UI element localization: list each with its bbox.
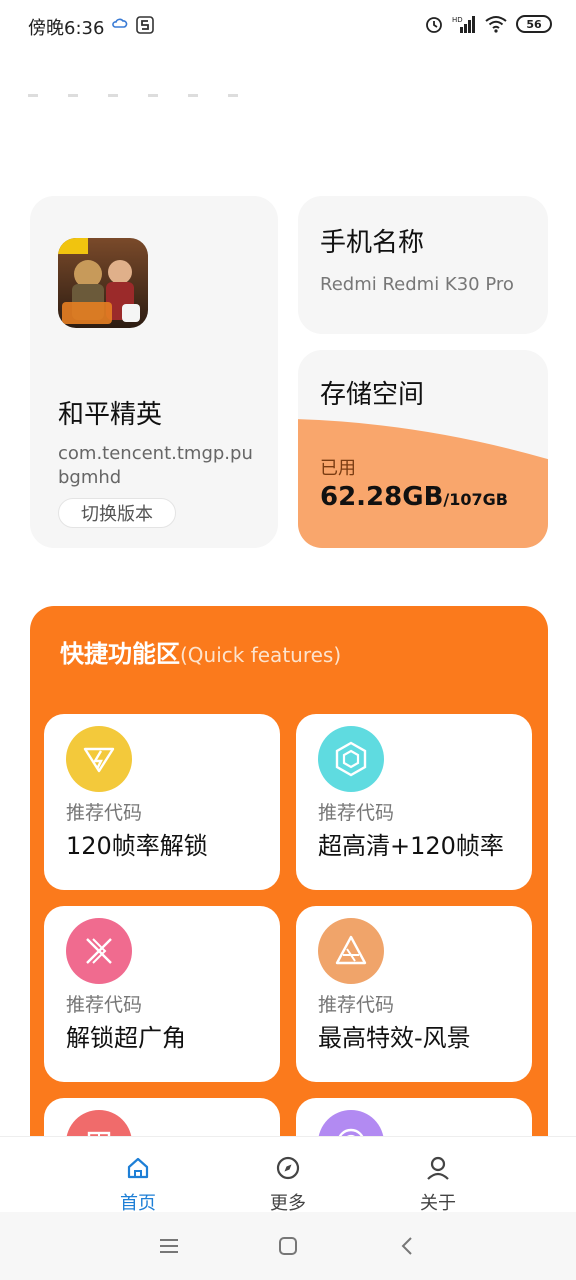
game-name: 和平精英 — [58, 400, 163, 430]
landscape-icon — [318, 918, 384, 984]
battery-indicator: 56 — [516, 15, 552, 33]
feature-subtitle: 推荐代码 — [318, 802, 395, 824]
storage-used-amount: 62.28GB — [320, 482, 444, 512]
storage-used-label: 已用 — [320, 458, 356, 479]
feature-name: 最高特效-风景 — [318, 1024, 471, 1052]
storage-used-value: 62.28GB/107GB — [320, 482, 508, 512]
wide-angle-icon — [66, 918, 132, 984]
phone-model: Redmi Redmi K30 Pro — [320, 274, 514, 295]
feature-card[interactable]: 推荐代码 120帧率解锁 — [44, 714, 280, 890]
status-time: 傍晚6:36 — [28, 18, 105, 39]
svg-text:HD: HD — [452, 16, 463, 24]
phone-name-card: 手机名称 Redmi Redmi K30 Pro — [298, 196, 548, 334]
nav-item-more[interactable]: 更多 — [238, 1155, 338, 1215]
storage-total: /107GB — [443, 490, 508, 509]
feature-subtitle: 推荐代码 — [66, 994, 143, 1016]
user-icon — [427, 1156, 449, 1180]
quick-features-subtitle: (Quick features) — [180, 643, 342, 667]
feature-name: 超高清+120帧率 — [318, 832, 504, 860]
nav-item-home[interactable]: 首页 — [88, 1155, 188, 1215]
lightning-icon — [66, 726, 132, 792]
quick-features-title: 快捷功能区 — [60, 640, 180, 668]
quick-features-header: 快捷功能区(Quick features) — [60, 634, 341, 669]
storage-card: 存储空间 已用 62.28GB/107GB — [298, 350, 548, 548]
cloud-icon — [112, 18, 128, 28]
feature-name: 解锁超广角 — [66, 1024, 186, 1052]
nav-item-about[interactable]: 关于 — [388, 1155, 488, 1215]
system-navigation-bar — [0, 1212, 576, 1280]
back-icon[interactable] — [398, 1236, 418, 1256]
phone-name-title: 手机名称 — [320, 228, 425, 258]
compass-icon — [276, 1156, 300, 1180]
app-s-icon — [136, 16, 154, 34]
hexagon-icon — [318, 726, 384, 792]
game-package-name: com.tencent.tmgp.pubgmhd — [58, 443, 253, 488]
feature-subtitle: 推荐代码 — [318, 994, 395, 1016]
quick-features-panel: 快捷功能区(Quick features) 推荐代码 120帧率解锁 推荐代码 … — [30, 606, 548, 1226]
switch-version-button[interactable]: 切换版本 — [58, 498, 176, 528]
menu-icon[interactable] — [158, 1236, 180, 1256]
home-square-icon[interactable] — [278, 1236, 298, 1256]
status-bar: 傍晚6:36 HD 56 — [0, 0, 576, 52]
feature-card[interactable]: 推荐代码 最高特效-风景 — [296, 906, 532, 1082]
feature-name: 120帧率解锁 — [66, 832, 208, 860]
game-app-icon — [58, 238, 148, 328]
signal-icon: HD — [452, 16, 475, 33]
current-game-card[interactable]: 和平精英 com.tencent.tmgp.pubgmhd 切换版本 — [30, 196, 278, 548]
page-title-faded — [28, 82, 288, 122]
feature-card[interactable]: 推荐代码 超高清+120帧率 — [296, 714, 532, 890]
feature-subtitle: 推荐代码 — [66, 802, 143, 824]
bottom-navigation: 首页 更多 关于 — [0, 1136, 576, 1215]
home-icon — [127, 1157, 149, 1179]
wifi-icon — [485, 16, 507, 33]
alarm-icon — [426, 17, 442, 33]
feature-card[interactable]: 推荐代码 解锁超广角 — [44, 906, 280, 1082]
storage-title: 存储空间 — [320, 380, 425, 410]
